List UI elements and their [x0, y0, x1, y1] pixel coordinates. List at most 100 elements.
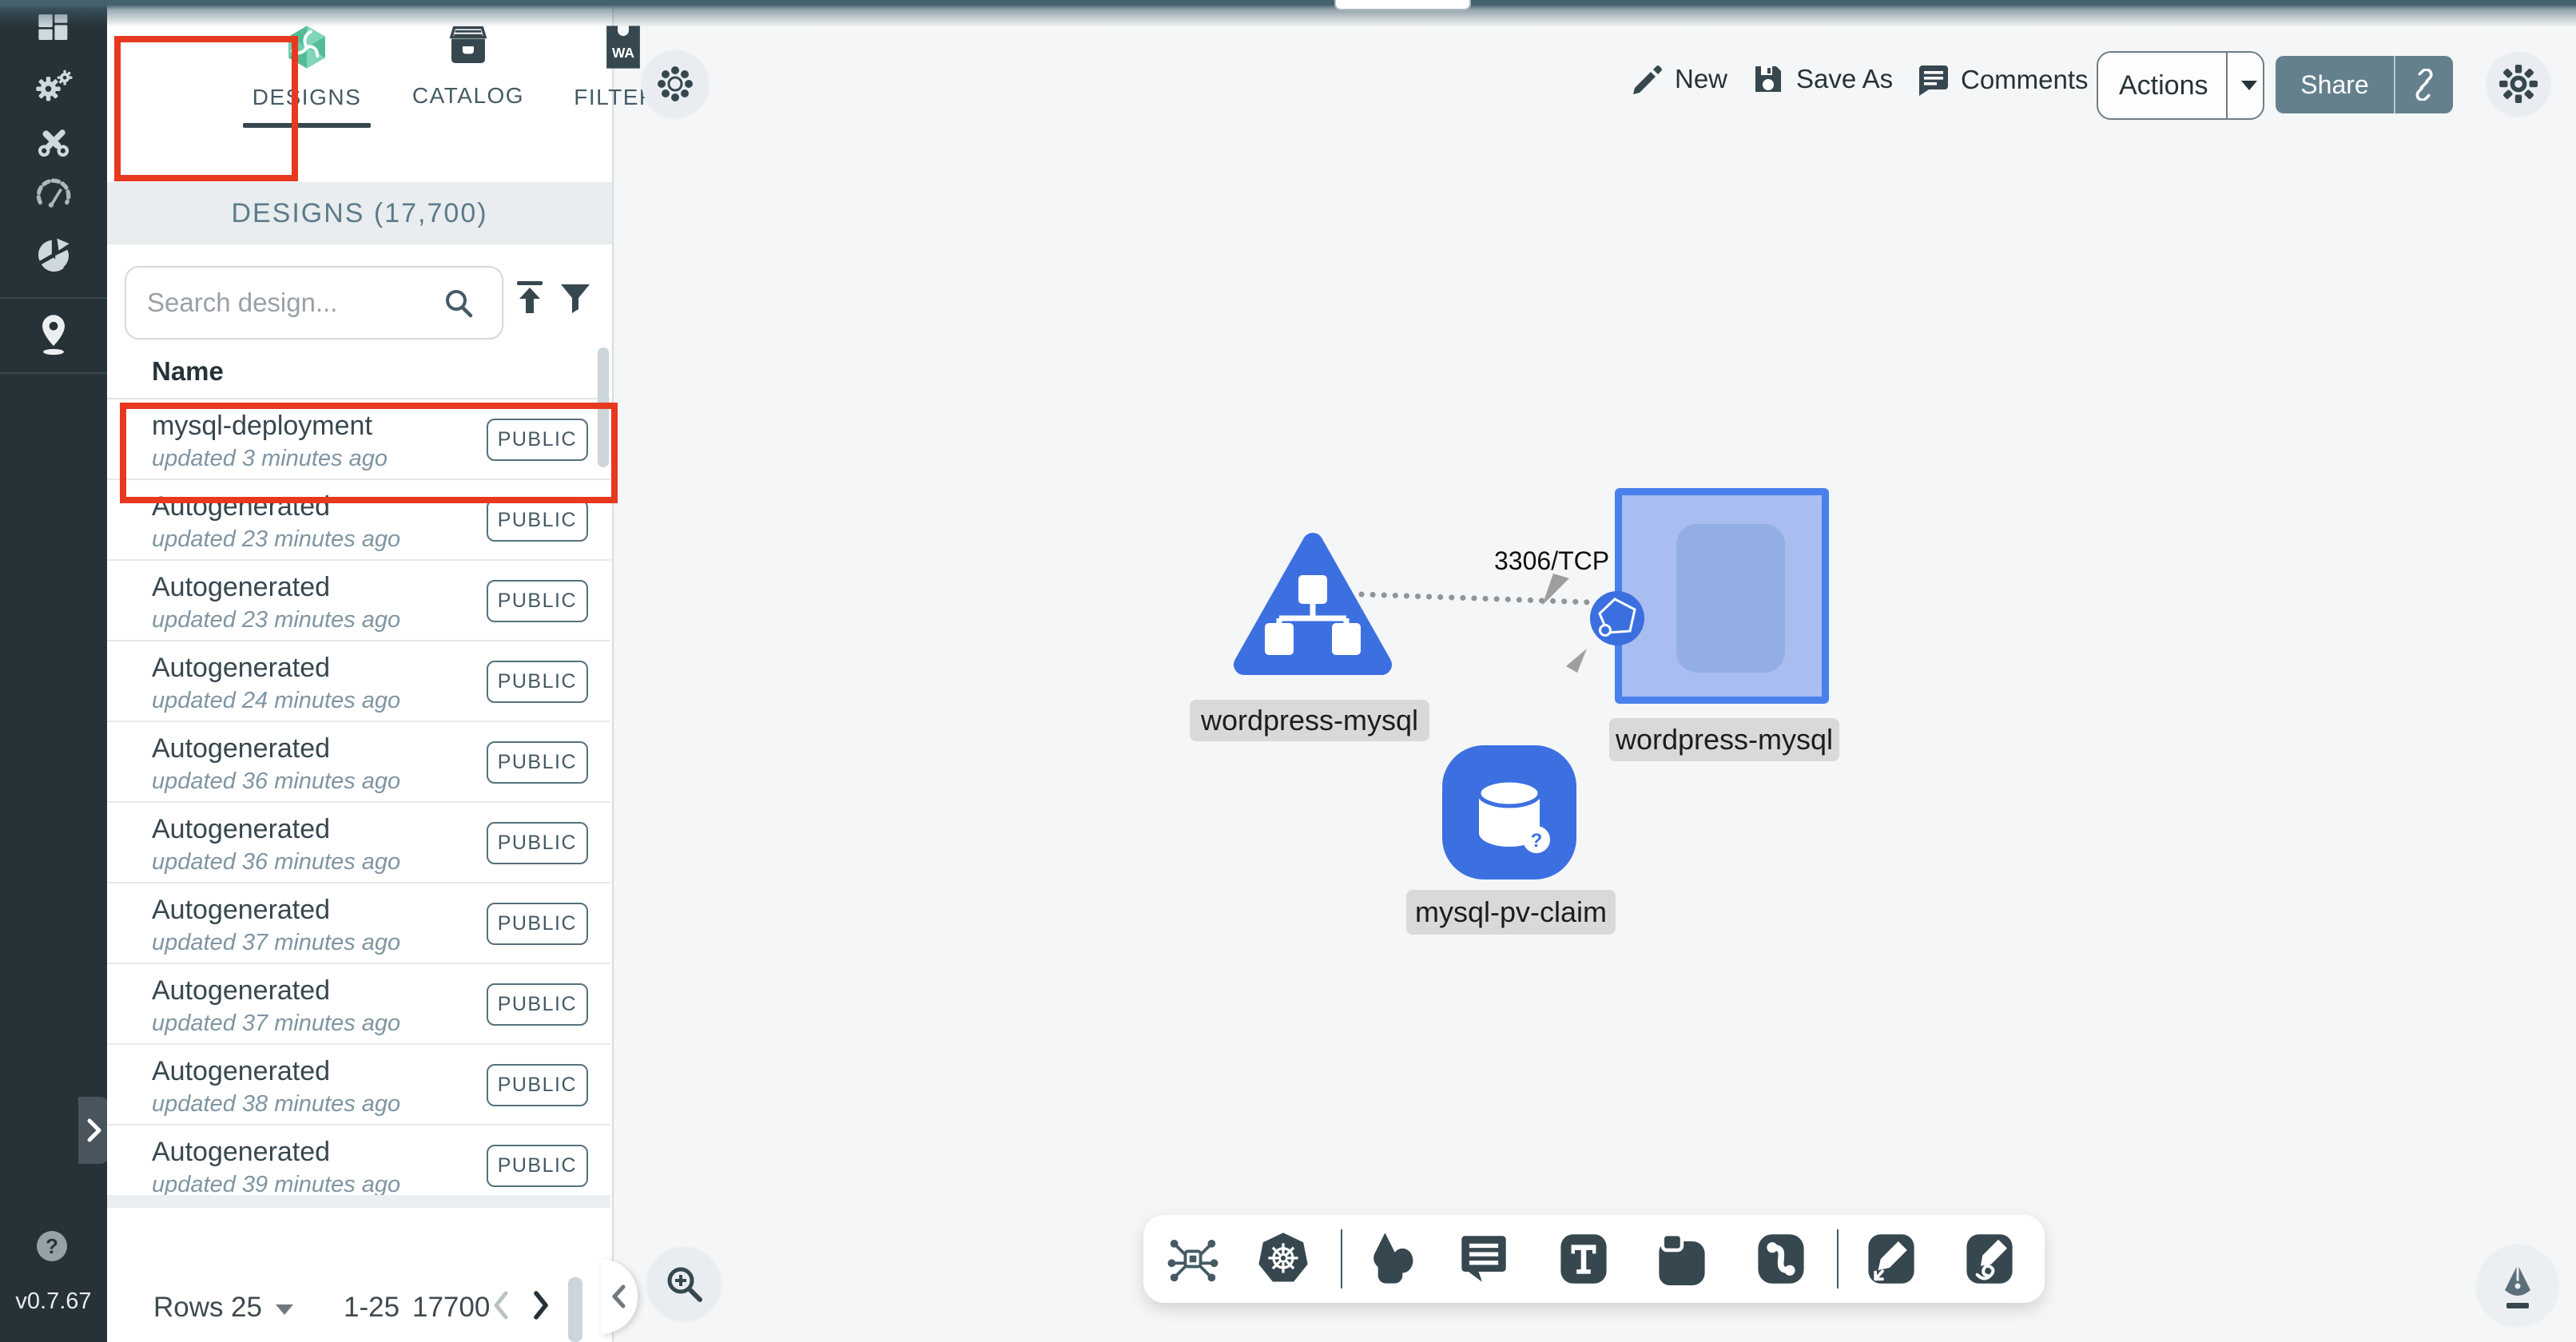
rectangle-tool-icon[interactable] [1657, 1233, 1707, 1285]
design-name: Autogenerated [152, 653, 330, 684]
components-circuit-icon[interactable] [1166, 1232, 1220, 1286]
kubernetes-helm-icon[interactable] [1257, 1231, 1310, 1287]
design-row[interactable]: mysql-deployment updated 3 minutes ago P… [107, 399, 610, 480]
node-label: mysql-pv-claim [1406, 890, 1616, 935]
gear-icon [2498, 64, 2538, 104]
design-row[interactable]: Autogenerated updated 23 minutes ago PUB… [107, 480, 610, 561]
node-label: wordpress-mysql [1190, 700, 1429, 741]
search-row [107, 244, 612, 340]
component-dots-icon [657, 66, 694, 102]
share-divider [2394, 56, 2395, 113]
design-row[interactable]: Autogenerated updated 37 minutes ago PUB… [107, 883, 610, 964]
canvas-mode-button[interactable] [642, 50, 709, 117]
tab-designs-label: DESIGNS [252, 85, 362, 110]
kanvas-pin-icon[interactable] [0, 312, 107, 358]
design-row[interactable]: Autogenerated updated 36 minutes ago PUB… [107, 803, 610, 883]
search-icon [441, 285, 476, 320]
configuration-tools-icon[interactable] [0, 121, 107, 161]
notes-comment-icon[interactable] [1458, 1233, 1509, 1285]
panel-tabs: DESIGNS CATALOG WA [107, 0, 612, 184]
copy-link-icon[interactable] [2408, 69, 2440, 101]
edge-label-pointer-icon [1542, 574, 1590, 610]
meshery-logo-icon [284, 24, 330, 70]
design-name: Autogenerated [152, 975, 330, 1007]
column-header-name: Name [152, 356, 224, 387]
design-updated: updated 36 minutes ago [152, 768, 400, 795]
active-tab-indicator [243, 123, 371, 128]
annotation-pen-button[interactable] [2477, 1245, 2558, 1326]
left-nav-sidebar: ? v0.7.67 [0, 0, 107, 1342]
connect-link-tool-icon[interactable] [1756, 1233, 1806, 1285]
deployment-node-wordpress-mysql[interactable] [1615, 488, 1829, 704]
save-as-label: Save As [1796, 64, 1893, 94]
total-count: 17700 [412, 1292, 490, 1324]
design-row[interactable]: Autogenerated updated 37 minutes ago PUB… [107, 964, 610, 1045]
canvas-settings-button[interactable] [2487, 52, 2550, 116]
performance-gauge-icon[interactable] [0, 174, 107, 211]
comments-icon [1914, 62, 1950, 97]
list-scrollbar-thumb[interactable] [598, 347, 609, 467]
design-row[interactable]: Autogenerated updated 38 minutes ago PUB… [107, 1045, 610, 1126]
filter-funnel-icon[interactable] [558, 281, 593, 316]
pencil-new-icon [1630, 62, 1664, 96]
panel-scrollbar-thumb[interactable] [568, 1277, 582, 1342]
chevron-right-icon [84, 1117, 105, 1144]
rows-per-page-caret-icon[interactable] [273, 1301, 296, 1317]
share-button[interactable]: Share [2276, 56, 2453, 113]
designs-list: mysql-deployment updated 3 minutes ago P… [107, 399, 610, 1206]
pen-nib-icon [2495, 1261, 2540, 1309]
pvc-node-mysql-pv-claim[interactable]: ? [1442, 745, 1576, 879]
share-label: Share [2276, 70, 2394, 100]
design-row[interactable]: Autogenerated updated 23 minutes ago PUB… [107, 561, 610, 641]
pod-badge-icon[interactable] [1588, 590, 1646, 647]
pen-tool-icon[interactable] [1866, 1233, 1916, 1285]
collapse-panel-button[interactable] [601, 1259, 638, 1334]
lifecycle-gears-icon[interactable] [0, 66, 107, 107]
zoom-in-button[interactable] [647, 1247, 721, 1320]
design-name: Autogenerated [152, 572, 330, 603]
comments-button[interactable]: Comments [1914, 62, 2089, 97]
new-design-button[interactable]: New [1630, 62, 1727, 96]
design-updated: updated 3 minutes ago [152, 446, 388, 472]
actions-button[interactable]: Actions [2097, 51, 2264, 120]
design-row[interactable]: Autogenerated updated 24 minutes ago PUB… [107, 641, 610, 722]
page-range: 1-25 [344, 1292, 400, 1324]
visibility-badge: PUBLIC [487, 580, 588, 622]
edge-port-label: 3306/TCP [1494, 546, 1609, 576]
comments-label: Comments [1961, 65, 2089, 95]
design-updated: updated 36 minutes ago [152, 849, 400, 875]
help-button[interactable]: ? [37, 1231, 67, 1261]
design-row[interactable]: Autogenerated updated 36 minutes ago PUB… [107, 722, 610, 803]
shapes-icon[interactable] [1364, 1231, 1417, 1287]
tab-designs[interactable]: DESIGNS [235, 24, 379, 168]
previous-page-button[interactable] [489, 1287, 513, 1324]
search-box[interactable] [125, 266, 503, 339]
visibility-badge: PUBLIC [487, 499, 588, 542]
design-updated: updated 37 minutes ago [152, 930, 400, 956]
actions-label: Actions [2119, 70, 2208, 101]
design-name: Autogenerated [152, 1056, 330, 1087]
design-row[interactable]: Autogenerated updated 39 minutes ago PUB… [107, 1126, 610, 1206]
deployment-inner-pod[interactable] [1676, 524, 1785, 673]
top-drawer-handle[interactable] [1334, 0, 1471, 10]
meshery-kanvas-app: ? v0.7.67 DESIGNS [0, 0, 2576, 1342]
dashboard-icon[interactable] [0, 11, 107, 50]
rows-per-page-value[interactable]: 25 [231, 1292, 262, 1324]
next-page-button[interactable] [529, 1287, 553, 1324]
design-name: mysql-deployment [152, 411, 372, 442]
rows-label: Rows [153, 1292, 224, 1324]
sidebar-divider [0, 372, 107, 374]
tab-catalog[interactable]: CATALOG [396, 24, 540, 168]
search-input[interactable] [145, 287, 436, 319]
design-name: Autogenerated [152, 814, 330, 845]
text-tool-icon[interactable] [1559, 1233, 1608, 1285]
edge-label-pointer-icon [1560, 649, 1592, 681]
freehand-draw-tool-icon[interactable] [1965, 1233, 2014, 1285]
sidebar-expand-button[interactable] [78, 1097, 109, 1164]
actions-caret-icon[interactable] [2239, 78, 2260, 93]
upload-design-icon[interactable] [513, 280, 547, 316]
save-as-button[interactable]: Save As [1751, 62, 1893, 96]
service-node-wordpress-mysql[interactable] [1231, 529, 1394, 685]
extensions-icon[interactable] [0, 233, 107, 275]
help-glyph: ? [46, 1234, 58, 1259]
